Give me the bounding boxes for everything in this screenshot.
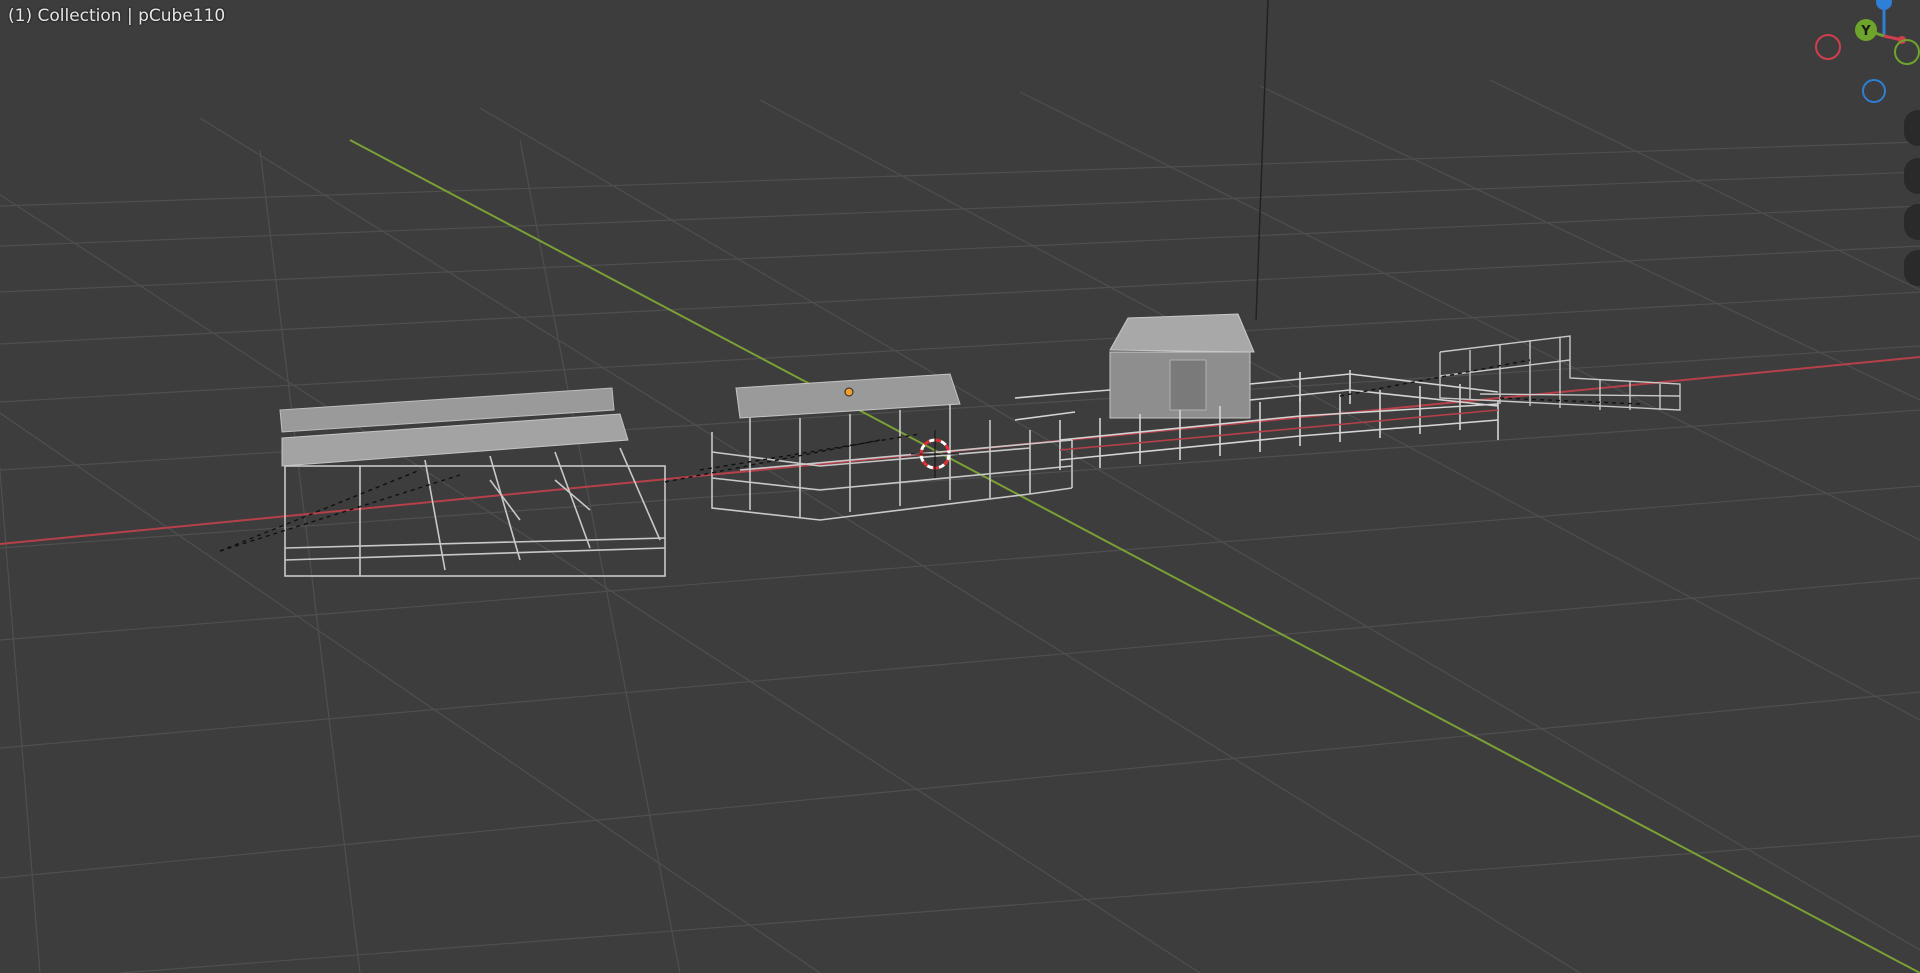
gizmo-z-axis[interactable] bbox=[1876, 0, 1892, 10]
pavilion-center[interactable] bbox=[664, 373, 1073, 521]
pen-right[interactable] bbox=[1439, 335, 1681, 411]
shed-roof bbox=[1109, 313, 1255, 353]
navigation-gizmo[interactable]: Y bbox=[1810, 0, 1920, 120]
axis-gizmo[interactable]: Y bbox=[1810, 0, 1920, 120]
perspective-icon[interactable] bbox=[1904, 250, 1920, 286]
z-line bbox=[1255, 0, 1269, 321]
3d-cursor[interactable] bbox=[911, 430, 959, 478]
gizmo-neg-z-axis[interactable] bbox=[1862, 79, 1886, 103]
svg-text:Y: Y bbox=[1860, 24, 1871, 39]
3d-viewport[interactable]: (1) Collection | pCube110 Y bbox=[0, 0, 1920, 973]
viewport-header-text: (1) Collection | pCube110 bbox=[8, 6, 226, 26]
object-origin-dot[interactable] bbox=[844, 387, 854, 397]
viewport-scene[interactable] bbox=[0, 0, 1920, 973]
shed-paddock[interactable] bbox=[1014, 313, 1499, 470]
y-axis-line bbox=[349, 139, 1920, 973]
camera-icon[interactable] bbox=[1904, 204, 1920, 240]
zoom-icon[interactable] bbox=[1904, 110, 1920, 146]
floor-grid bbox=[0, 79, 1920, 973]
shed-door bbox=[1169, 359, 1207, 411]
gizmo-neg-y-axis[interactable] bbox=[1894, 39, 1920, 65]
gizmo-neg-x-axis[interactable] bbox=[1815, 34, 1841, 60]
pan-icon[interactable] bbox=[1904, 158, 1920, 194]
